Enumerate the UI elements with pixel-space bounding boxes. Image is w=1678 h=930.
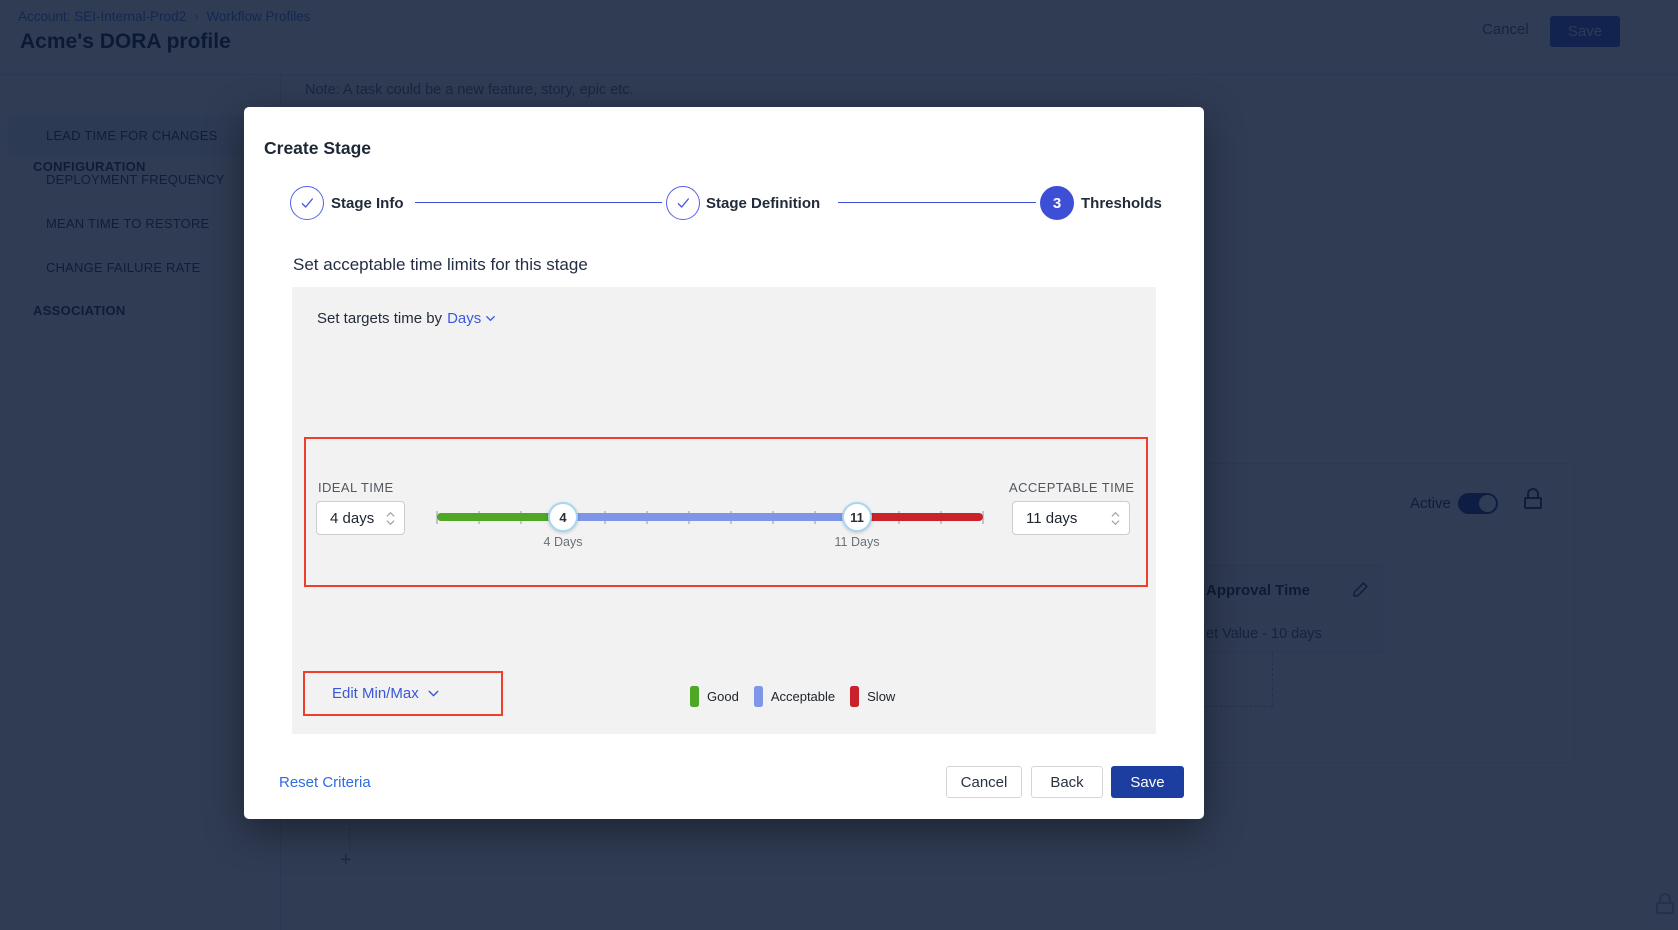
- step-thresholds-label: Thresholds: [1081, 195, 1162, 212]
- create-stage-modal: Create Stage Stage Info Stage Definition…: [244, 107, 1204, 819]
- chevron-down-icon: [425, 685, 442, 702]
- acceptable-swatch: [754, 686, 763, 707]
- acceptable-time-value-field[interactable]: [1013, 510, 1111, 527]
- stepper-connector: [838, 202, 1036, 203]
- legend-acceptable: Acceptable: [754, 686, 835, 707]
- modal-cancel-button[interactable]: Cancel: [946, 766, 1022, 798]
- step-stage-definition-label: Stage Definition: [706, 195, 820, 212]
- slider-slow-segment[interactable]: [857, 513, 983, 521]
- set-targets-row: Set targets time by Days: [317, 310, 498, 327]
- modal-back-button[interactable]: Back: [1031, 766, 1103, 798]
- days-unit-dropdown[interactable]: Days: [447, 310, 498, 327]
- slider-high-value-label: 11 Days: [822, 535, 892, 549]
- thresholds-panel: Set targets time by Days IDEAL TIME: [292, 287, 1156, 734]
- modal-save-button[interactable]: Save: [1111, 766, 1184, 798]
- ideal-time-stepper[interactable]: [386, 512, 404, 525]
- slider-handle-low[interactable]: 4: [548, 502, 578, 532]
- legend-slow: Slow: [850, 686, 895, 707]
- step-stage-info-circle[interactable]: [290, 186, 324, 220]
- check-icon: [299, 195, 315, 211]
- legend-good: Good: [690, 686, 739, 707]
- chevron-down-icon: [386, 520, 395, 525]
- stepper-connector: [415, 202, 662, 203]
- reset-criteria-link[interactable]: Reset Criteria: [279, 774, 371, 791]
- step-stage-info-label: Stage Info: [331, 195, 404, 212]
- ideal-time-input: [316, 501, 405, 535]
- slider-good-segment[interactable]: [437, 513, 563, 521]
- chevron-down-icon: [1111, 520, 1120, 525]
- modal-subtitle: Set acceptable time limits for this stag…: [293, 255, 588, 275]
- acceptable-time-label: ACCEPTABLE TIME: [1009, 480, 1134, 495]
- chevron-up-icon: [1111, 512, 1120, 517]
- chevron-up-icon: [386, 512, 395, 517]
- acceptable-time-stepper[interactable]: [1111, 512, 1129, 525]
- good-swatch: [690, 686, 699, 707]
- slider-handle-high[interactable]: 11: [842, 502, 872, 532]
- chevron-down-icon: [483, 311, 498, 326]
- modal-title: Create Stage: [264, 138, 371, 159]
- slider-acceptable-segment[interactable]: [563, 513, 857, 521]
- app-screen: Account: SEI-Internal-Prod2 › Workflow P…: [0, 0, 1678, 930]
- slow-swatch: [850, 686, 859, 707]
- check-icon: [675, 195, 691, 211]
- slider-legend: Good Acceptable Slow: [690, 686, 895, 707]
- edit-min-max-button[interactable]: Edit Min/Max: [303, 671, 503, 716]
- step-thresholds-circle[interactable]: 3: [1040, 186, 1074, 220]
- slider-low-value-label: 4 Days: [528, 535, 598, 549]
- step-stage-definition-circle[interactable]: [666, 186, 700, 220]
- ideal-time-label: IDEAL TIME: [318, 480, 394, 495]
- threshold-slider[interactable]: 4 11 4 Days 11 Days: [437, 502, 983, 550]
- ideal-time-value-field[interactable]: [317, 510, 386, 527]
- set-targets-label: Set targets time by: [317, 310, 442, 327]
- acceptable-time-input: [1012, 501, 1130, 535]
